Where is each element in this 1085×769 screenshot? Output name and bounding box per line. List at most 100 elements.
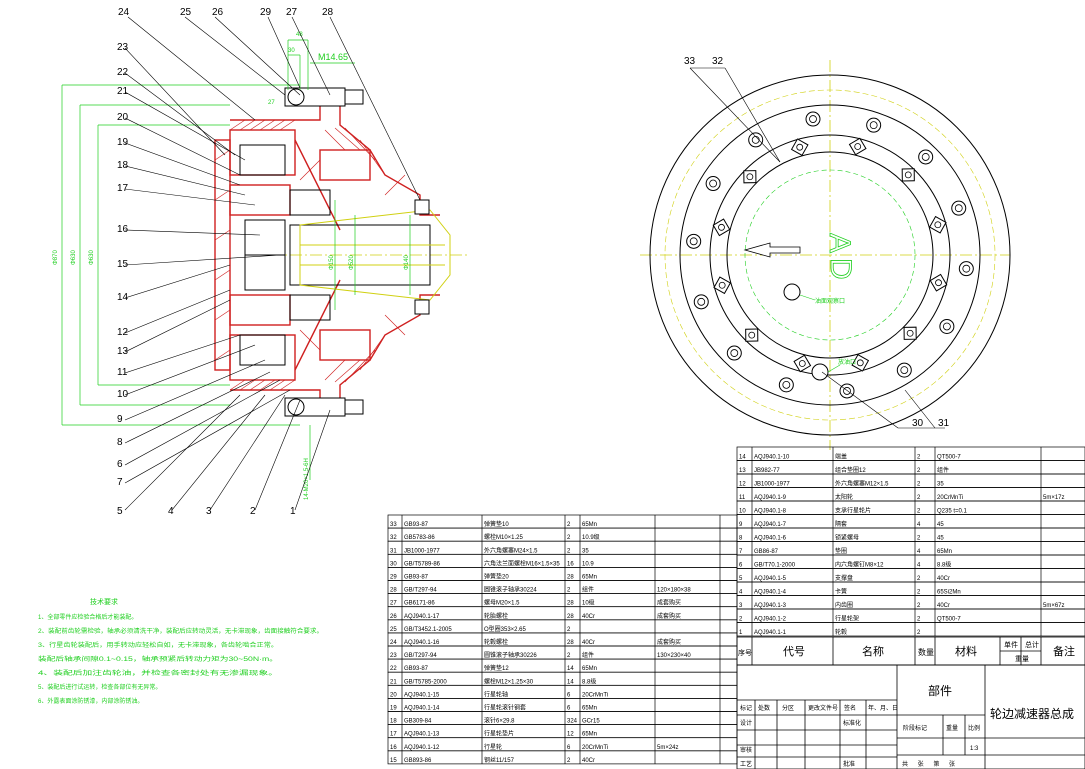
bom-row: 6 GB/T70.1-2000 内六角螺钉M8×12 4 8.8级 bbox=[736, 554, 1085, 569]
bom-row: 32 GB5783-86 螺栓M10×1.25 2 10.9级 bbox=[387, 527, 738, 542]
callout-18: 18 bbox=[117, 160, 129, 171]
tech-item-5: 4、装配后加注齿轮油，并检查各密封处有无渗漏现象。 bbox=[38, 669, 278, 677]
bom-row: 26 AQJ940.1-17 轮胎螺栓 28 40Cr 成套购买 bbox=[387, 606, 738, 621]
bom-cell-name: 支撑盘 bbox=[835, 574, 853, 582]
bom-cell-name: 弹簧垫10 bbox=[484, 520, 509, 528]
tb-sign: 签名 bbox=[844, 704, 856, 712]
hdr-no: 序号 bbox=[738, 648, 752, 657]
bom-cell-name: 内六角螺钉M8×12 bbox=[835, 561, 884, 569]
tech-item-4: 装配后轴承间隙0.1~0.15，轴承预紧后转动力矩为30~50N·m。 bbox=[38, 655, 278, 663]
bom-cell-code: AQJ940.1-6 bbox=[754, 536, 787, 542]
bom-row: 9 AQJ940.1-7 隔套 4 45 bbox=[736, 514, 1085, 529]
bom-cell-no: 32 bbox=[390, 535, 397, 541]
bom-row: 8 AQJ940.1-6 锁紧螺母 2 45 bbox=[736, 527, 1085, 542]
bom-cell-qty: 2 bbox=[917, 630, 921, 636]
callout-33: 33 bbox=[684, 56, 696, 67]
bom-cell-code: AQJ940.1-10 bbox=[754, 455, 790, 461]
bom-cell-note: 成套购买 bbox=[657, 638, 681, 646]
bom-cell-qty: 28 bbox=[567, 614, 574, 620]
bom-cell-mat: 40Cr bbox=[582, 640, 595, 646]
dim-870: Φ870 bbox=[53, 250, 59, 265]
bom-row: 12 JB1000-1977 外六角螺塞M12×1.5 2 35 bbox=[736, 473, 1085, 488]
bom-cell-code: GB/T70.1-2000 bbox=[754, 563, 796, 569]
tech-item-3: 3、行星齿轮装配后，用手转动应轻松自如，无卡滞现象，各齿轮啮合正常。 bbox=[38, 641, 278, 649]
cover-bolt bbox=[743, 170, 757, 184]
bom-cell-code: GB/T5785-2000 bbox=[404, 679, 447, 685]
oil-level-port-label: 油面观察口 bbox=[815, 297, 845, 305]
bom-cell-mat: 20CrMnTi bbox=[937, 495, 963, 501]
bom-cell-no: 16 bbox=[390, 745, 397, 751]
tb-std: 标准化 bbox=[843, 719, 861, 727]
bom-cell-code: GB93-87 bbox=[404, 666, 429, 672]
bom-cell-mat: QT500-7 bbox=[937, 617, 961, 623]
bom-cell-no: 11 bbox=[739, 495, 746, 501]
cover-bolt bbox=[790, 138, 809, 157]
callout-9: 9 bbox=[117, 414, 123, 425]
bom-cell-note: 120×180×38 bbox=[657, 588, 691, 594]
bom-cell-code: GB93-87 bbox=[404, 575, 429, 581]
bom-cell-qty: 2 bbox=[567, 535, 571, 541]
bom-cell-mat: 65Si2Mn bbox=[937, 590, 961, 596]
bom-cell-no: 17 bbox=[390, 732, 397, 738]
bom-cell-code: GB/T5789-86 bbox=[404, 561, 441, 567]
bom-cell-name: 弹簧垫20 bbox=[484, 573, 509, 581]
bom-cell-code: GB6171-86 bbox=[404, 601, 435, 607]
bom-cell-qty: 2 bbox=[917, 482, 921, 488]
bom-cell-qty: 2 bbox=[917, 495, 921, 501]
bom-cell-mat: 40Cr bbox=[937, 603, 950, 609]
bom-cell-code: AQJ940.1-7 bbox=[754, 522, 787, 528]
callout-23: 23 bbox=[117, 42, 129, 53]
technical-requirements: 技术要求 1、全部零件应检验合格后才能装配。 2、装配前齿轮需检验，轴承必须清洗… bbox=[38, 597, 323, 705]
bom-cell-mat: 65Mn bbox=[582, 522, 597, 528]
bom-cell-mat: 65Mn bbox=[582, 706, 597, 712]
bom-cell-no: 4 bbox=[739, 590, 743, 596]
bom-row: 13 JB982-77 组合垫圈12 2 组件 bbox=[736, 460, 1085, 475]
wheel-bolt-hole bbox=[686, 233, 702, 249]
callout-25: 25 bbox=[180, 7, 192, 18]
bom-cell-code: AQJ940.1-17 bbox=[404, 614, 440, 620]
dim-150: Φ150 bbox=[329, 255, 335, 270]
bom-cell-qty: 2 bbox=[917, 590, 921, 596]
bom-cell-code: GB/T297-94 bbox=[404, 653, 437, 659]
bom-cell-no: 14 bbox=[739, 455, 746, 461]
tech-title: 技术要求 bbox=[90, 597, 118, 606]
bom-cell-qty: 16 bbox=[567, 561, 574, 567]
section-view: 48 30 M14.65 27 Φ870 Φ630 Φ630 Φ150 Φ520… bbox=[53, 7, 470, 517]
cover-bolt bbox=[712, 218, 731, 237]
bom-cell-code: AQJ940.1-2 bbox=[754, 617, 787, 623]
title-block: 标记 处数 分区 更改文件号 签名 年、月、日 设计 标准化 审核 工艺 批准 … bbox=[736, 664, 1085, 769]
callout-16: 16 bbox=[117, 224, 129, 235]
bom-cell-name: 螺母M20×1.5 bbox=[484, 599, 520, 607]
bom-cell-mat: 40Cr bbox=[582, 758, 595, 764]
assembly-drawing: 48 30 M14.65 27 Φ870 Φ630 Φ630 Φ150 Φ520… bbox=[38, 7, 1085, 769]
wheel-bolt-hole bbox=[726, 345, 742, 361]
bom-row: 20 AQJ940.1-15 行星轮轴 6 20CrMnTi bbox=[387, 684, 738, 699]
bom-cell-qty: 28 bbox=[567, 575, 574, 581]
bom-header: 序号 代号 名称 数量 材料 单件 总计 重量 备注 bbox=[736, 636, 1085, 666]
callout-27: 27 bbox=[286, 7, 298, 18]
bom-row: 19 AQJ940.1-14 行星轮滚针钢套 6 65Mn bbox=[387, 698, 738, 712]
bom-cell-qty: 2 bbox=[567, 758, 571, 764]
bom-cell-no: 3 bbox=[739, 603, 743, 609]
bom-cell-qty: 6 bbox=[567, 692, 571, 698]
bom-cell-no: 28 bbox=[390, 588, 397, 594]
bom-cell-name: 支承行星轮片 bbox=[835, 507, 871, 515]
callout-6: 6 bbox=[117, 459, 123, 470]
bom-cell-no: 8 bbox=[739, 536, 743, 542]
bom-cell-mat: 45 bbox=[937, 522, 944, 528]
tech-item-2: 2、装配前齿轮需检验，轴承必须清洗干净，装配后应转动灵活，无卡滞现象，齿面接触符… bbox=[38, 627, 323, 635]
bom-cell-no: 13 bbox=[739, 468, 746, 474]
bom-cell-qty: 6 bbox=[567, 706, 571, 712]
bom-upper-table: 14 AQJ940.1-10 端盖 2 QT500-713 JB982-77 组合垫圈12 2… bbox=[736, 446, 1085, 637]
bom-row: 33 GB93-87 弹簧垫10 2 65Mn bbox=[387, 514, 738, 529]
wheel-bolt-hole bbox=[896, 362, 912, 378]
callout-28: 28 bbox=[322, 7, 334, 18]
bom-cell-code: AQJ940.1-4 bbox=[754, 590, 787, 596]
bom-cell-mat: 65Mn bbox=[582, 575, 597, 581]
bom-cell-mat: 组件 bbox=[582, 651, 594, 659]
dim-630a: Φ630 bbox=[71, 250, 77, 265]
tb-design: 设计 bbox=[740, 719, 752, 727]
bom-lower-table: 33 GB93-87 弹簧垫10 2 65Mn 32 GB5783-86 螺栓M10×1.25… bbox=[387, 514, 738, 765]
tb-ratio: 比例 bbox=[968, 724, 980, 732]
bom-cell-no: 9 bbox=[739, 522, 743, 528]
